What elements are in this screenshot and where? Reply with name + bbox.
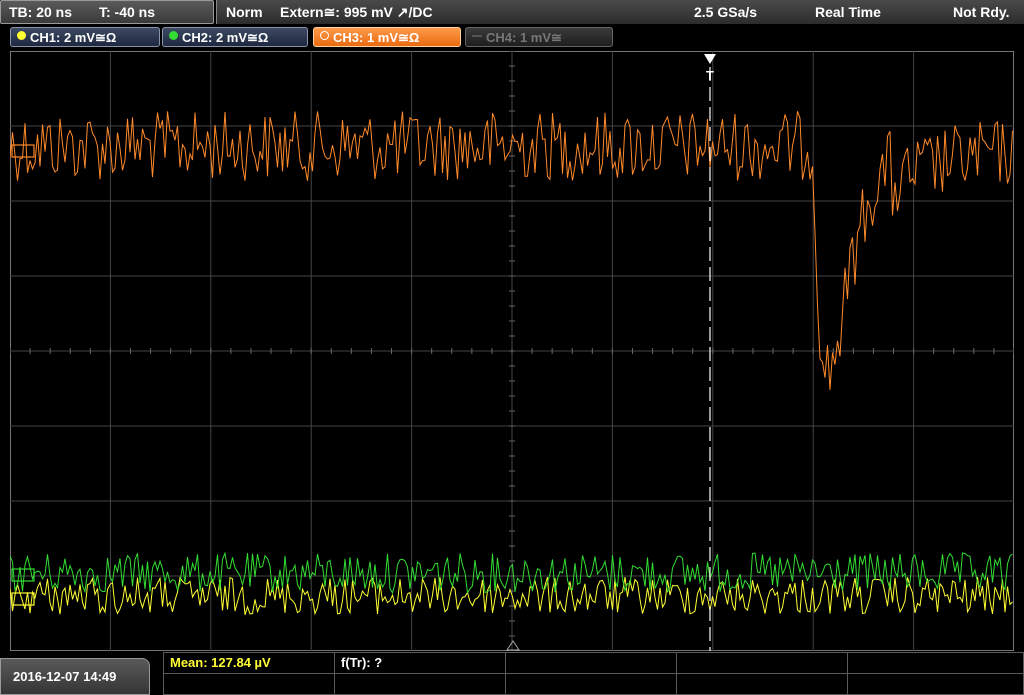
timebase-label: TB: 20 ns bbox=[9, 4, 73, 20]
channel-2-dot-icon bbox=[169, 31, 178, 40]
channel-4-dash-icon bbox=[472, 35, 482, 37]
top-bar: TB: 20 ns T: -40 ns Norm Extern≅: 995 mV… bbox=[0, 0, 1024, 24]
measurement-cell-empty-5[interactable] bbox=[847, 652, 1024, 674]
channel-2-label: CH2: 2 mV≅Ω bbox=[182, 30, 269, 45]
acquisition-mode: Real Time bbox=[815, 4, 881, 20]
trigger-source: Extern≅: 995 mV ↗/DC bbox=[280, 4, 433, 20]
waveform-display[interactable]: T bbox=[10, 51, 1014, 651]
acquisition-status-bar[interactable]: Norm Extern≅: 995 mV ↗/DC 2.5 GSa/s Real… bbox=[216, 0, 1024, 24]
channel-4-chip[interactable]: CH4: 1 mV≅ bbox=[465, 27, 613, 47]
channel-3-label: CH3: 1 mV≅Ω bbox=[333, 30, 420, 45]
mean-measurement: Mean: 127.84 µV bbox=[170, 655, 271, 670]
measurement-cell-empty-3[interactable] bbox=[505, 652, 677, 674]
measurement-panel[interactable]: Mean: 127.84 µV f(Tr): ? bbox=[163, 652, 1024, 695]
date-time-label: 2016-12-07 14:49 bbox=[13, 669, 117, 684]
timebase-box[interactable]: TB: 20 ns T: -40 ns bbox=[0, 0, 214, 24]
channel-3-chip[interactable]: CH3: 1 mV≅Ω bbox=[313, 27, 461, 47]
bottom-bar: 2016-12-07 14:49 Mean: 127.84 µV f(Tr): … bbox=[0, 652, 1024, 695]
channel-3-dot-icon bbox=[320, 31, 329, 40]
measurement-cell-freq[interactable]: f(Tr): ? bbox=[334, 652, 506, 674]
trigger-mode: Norm bbox=[226, 4, 263, 20]
measurement-cell-empty-4[interactable] bbox=[676, 652, 848, 674]
sample-rate: 2.5 GSa/s bbox=[694, 4, 758, 20]
trigger-position-label: T: -40 ns bbox=[99, 4, 156, 20]
channel-2-chip[interactable]: CH2: 2 mV≅Ω bbox=[162, 27, 308, 47]
trigger-marker-label: T bbox=[706, 68, 714, 83]
measurement-cell-mean[interactable]: Mean: 127.84 µV bbox=[163, 652, 335, 674]
measurement-cell-empty-9[interactable] bbox=[676, 673, 848, 695]
channel-1-chip[interactable]: CH1: 2 mV≅Ω bbox=[10, 27, 160, 47]
measurement-cell-empty-10[interactable] bbox=[847, 673, 1024, 695]
channel-1-dot-icon bbox=[17, 31, 26, 40]
measurement-cell-empty-8[interactable] bbox=[505, 673, 677, 695]
acquisition-state: Not Rdy. bbox=[953, 4, 1010, 20]
frequency-measurement: f(Tr): ? bbox=[341, 655, 383, 670]
measurement-cell-empty-7[interactable] bbox=[334, 673, 506, 695]
channel-1-label: CH1: 2 mV≅Ω bbox=[30, 30, 117, 45]
date-time-tab[interactable]: 2016-12-07 14:49 bbox=[0, 658, 150, 695]
channel-4-label: CH4: 1 mV≅ bbox=[486, 30, 562, 45]
channel-bar: CH1: 2 mV≅Ω CH2: 2 mV≅Ω CH3: 1 mV≅Ω CH4:… bbox=[0, 24, 1024, 50]
measurement-cell-empty-6[interactable] bbox=[163, 673, 335, 695]
